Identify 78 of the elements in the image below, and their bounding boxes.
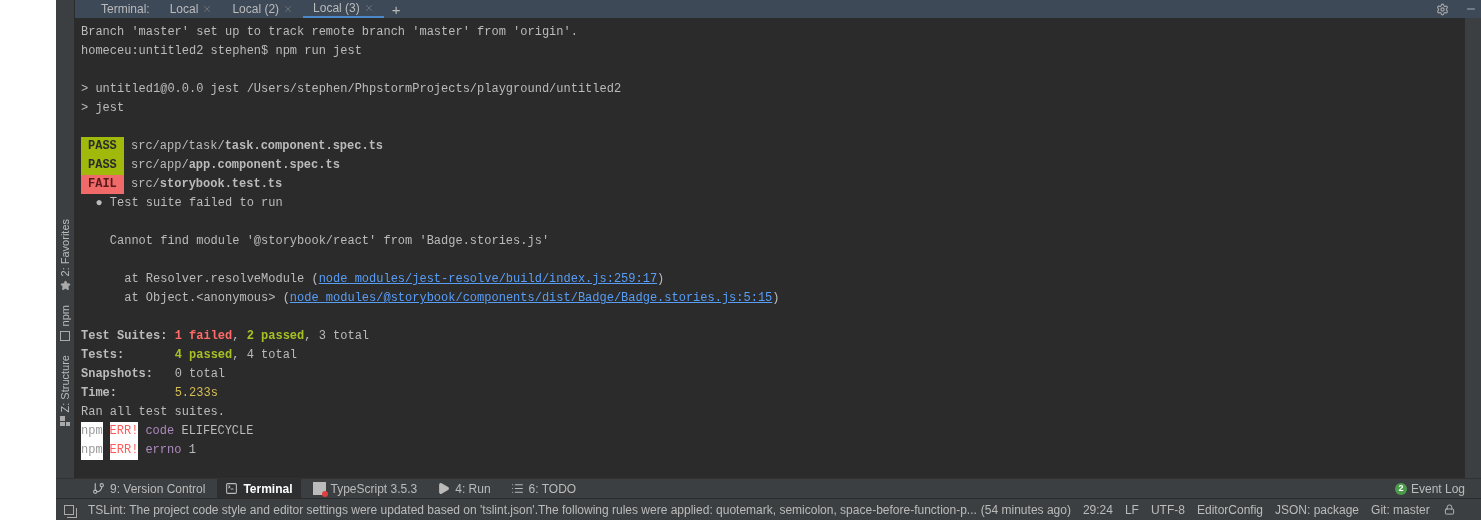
output-text: at Resolver.resolveModule ( [123,271,319,288]
terminal-label: Terminal: [101,1,150,18]
tool-window-tab[interactable]: TypeScript 3.5.3 [304,479,426,498]
tool-window-button[interactable]: 2: Favorites [56,218,74,292]
file-link[interactable]: node_modules/@storybook/components/dist/Badge/Badge.stories.js:5:15 [289,289,773,308]
output-text: 0 total [174,366,226,383]
npm-label: npm [81,441,103,460]
event-log-button[interactable]: 2 Event Log [1394,479,1481,498]
terminal-icon [225,482,239,495]
lock-icon[interactable] [1443,504,1455,515]
output-text: app.component.spec.ts [188,157,340,174]
close-icon[interactable] [283,4,294,14]
add-tab-button[interactable]: + [383,0,409,18]
output-text: at Object.<anonymous> ( [123,290,290,307]
output-text: Time: [81,385,118,402]
error-key: code [145,422,175,441]
session-tab[interactable]: Local [159,0,223,18]
panel-icon[interactable] [64,504,74,515]
error-key: errno [145,441,182,460]
output-text: Branch 'master' set up to track remote branch 'master' from 'origin'. [81,24,578,41]
window-icon [60,330,70,341]
output-text: src/app/ [130,157,189,174]
output-text: Test Suites: [81,328,169,345]
branch-icon [92,482,105,495]
output-text: task.component.spec.ts [224,138,384,155]
tool-window-tab[interactable]: 9: Version Control [84,479,214,498]
play-icon [437,482,451,495]
output-text: , 3 total [304,328,370,345]
status-item[interactable]: JSON: package [1275,500,1360,519]
structure-icon [60,416,70,426]
tool-window-tab[interactable]: 6: TODO [502,479,585,498]
status-item[interactable]: Git: master [1371,500,1430,519]
failed-count: 1 failed [174,328,233,345]
passed-count: 2 passed [246,328,305,345]
npm-label: npm [81,422,103,441]
output-text: ) [657,271,665,288]
tool-window-tab[interactable]: Terminal [217,479,301,498]
status-item[interactable]: UTF-8 [1150,500,1185,519]
error-label: ERR! [109,422,139,441]
tool-window-tab[interactable]: 4: Run [429,479,499,498]
list-icon [510,482,524,495]
typescript-icon [312,482,326,495]
session-tab[interactable]: Local (2) [222,0,304,18]
output-text: ) [772,290,780,307]
error-label: ERR! [109,441,139,460]
output-text: Cannot find module '@storybook/react' from 'Badge.stories.js' [108,233,550,250]
status-item[interactable]: EditorConfig [1196,500,1263,519]
status-time: (54 minutes ago) [980,501,1071,519]
output-text: , 4 total [232,347,298,364]
output-text: > jest [81,100,125,117]
output-text: 1 [187,442,196,459]
star-icon [59,280,71,292]
output-text: homeceu:untitled2 stephen$ npm run jest [81,43,362,60]
count-badge: 2 [1394,482,1407,495]
output-text: , [232,328,241,345]
pass-badge: PASS [81,137,124,156]
output-text: src/ [130,176,160,193]
passed-count: 4 passed [174,347,233,364]
status-message[interactable]: TSLint: The project code style and editor settings were updated based on 'tslint.json'.The following rules were applied: quotemark, semicolon, space-before-function-p... [88,500,977,519]
output-text: ● Test suite failed to run [94,195,283,212]
output-text: Ran all test suites. [81,404,226,421]
output-text: ELIFECYCLE [180,423,254,440]
close-icon[interactable] [202,4,213,14]
output-text: storybook.test.ts [159,176,283,193]
output-text: Tests: [81,347,126,364]
status-item[interactable]: LF [1124,500,1139,519]
pass-badge: PASS [81,156,124,175]
time-value: 5.233s [174,385,218,402]
tool-window-button[interactable]: npm [56,305,74,341]
fail-badge: FAIL [81,175,124,194]
output-text: Snapshots: [81,366,154,383]
tool-window-button[interactable]: Z: Structure [56,354,74,426]
close-icon[interactable] [363,3,374,13]
status-item[interactable]: 29:24 [1082,500,1113,519]
output-text: > untitled1@0.0.0 jest /Users/stephen/PhpstormProjects/playground/untitled2 [81,81,622,98]
file-link[interactable]: node_modules/jest-resolve/build/index.js:259:17 [318,270,658,289]
output-text: src/app/task/ [130,138,225,155]
settings-icon[interactable] [1436,2,1449,16]
